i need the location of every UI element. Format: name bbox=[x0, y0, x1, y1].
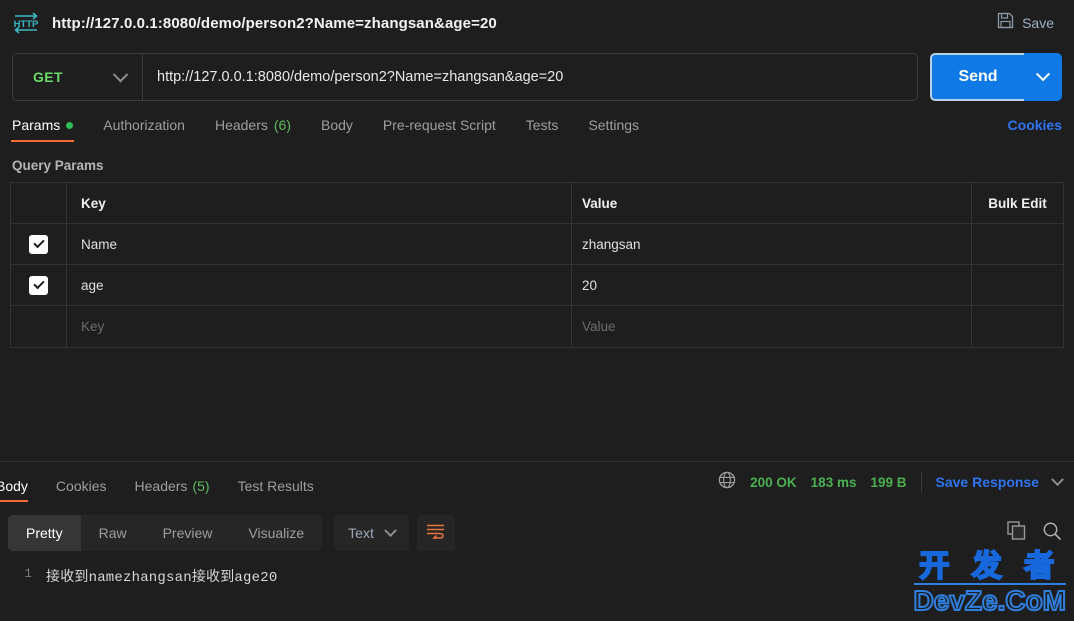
divider bbox=[920, 472, 922, 492]
row-checkbox[interactable] bbox=[29, 234, 48, 254]
view-mode-pretty-label: Pretty bbox=[26, 525, 63, 541]
chevron-down-icon bbox=[383, 523, 397, 537]
header-cell-select bbox=[11, 183, 67, 223]
request-titlebar: HTTP http://127.0.0.1:8080/demo/person2?… bbox=[0, 0, 1074, 46]
chevron-down-icon bbox=[1035, 67, 1051, 82]
bulk-edit-button[interactable]: Bulk Edit bbox=[988, 196, 1047, 211]
params-modified-dot-icon bbox=[66, 121, 74, 129]
param-value: zhangsan bbox=[582, 236, 641, 252]
tab-headers-label: Headers bbox=[214, 117, 268, 133]
query-params-title: Query Params bbox=[12, 158, 104, 173]
response-tab-test-results[interactable]: Test Results bbox=[238, 478, 314, 502]
save-button[interactable]: Save bbox=[991, 8, 1060, 38]
chevron-down-icon[interactable] bbox=[1051, 472, 1064, 486]
send-group: Send bbox=[930, 53, 1062, 101]
tab-headers-count: (6) bbox=[273, 117, 291, 133]
tab-authorization-label: Authorization bbox=[103, 117, 185, 133]
view-mode-raw[interactable]: Raw bbox=[81, 515, 145, 551]
page-title: http://127.0.0.1:8080/demo/person2?Name=… bbox=[52, 14, 497, 32]
send-button-label: Send bbox=[958, 68, 998, 85]
tab-pre-request-script-label: Pre-request Script bbox=[382, 117, 496, 133]
code-line: 1 接收到namezhangsan接收到age20 bbox=[0, 556, 1074, 586]
word-wrap-button[interactable] bbox=[416, 515, 455, 551]
format-selector-label: Text bbox=[348, 525, 374, 541]
new-param-value-placeholder: Value bbox=[582, 319, 616, 334]
tab-headers[interactable]: Headers (6) bbox=[215, 117, 291, 142]
format-selector[interactable]: Text bbox=[334, 515, 409, 551]
url-input[interactable]: http://127.0.0.1:8080/demo/person2?Name=… bbox=[143, 54, 917, 100]
http-icon: HTTP bbox=[10, 10, 42, 36]
response-toolbar-actions bbox=[1007, 521, 1062, 546]
tab-body[interactable]: Body bbox=[321, 117, 353, 142]
table-row: age 20 bbox=[11, 265, 1063, 306]
response-tabs: Body Cookies Headers (5) Test Results bbox=[0, 462, 342, 502]
response-time: 183 ms bbox=[810, 474, 857, 490]
tab-tests-label: Tests bbox=[525, 117, 559, 133]
response-size: 199 B bbox=[870, 474, 907, 490]
param-value: 20 bbox=[582, 277, 598, 293]
url-row: GET http://127.0.0.1:8080/demo/person2?N… bbox=[0, 46, 1074, 108]
method-label: GET bbox=[33, 69, 63, 85]
tab-settings-label: Settings bbox=[588, 117, 640, 133]
response-tab-test-results-label: Test Results bbox=[237, 478, 314, 494]
response-body[interactable]: 1 接收到namezhangsan接收到age20 bbox=[0, 556, 1074, 621]
new-param-value-input[interactable]: Value bbox=[572, 306, 972, 347]
save-response-button[interactable]: Save Response bbox=[936, 474, 1040, 490]
method-selector[interactable]: GET bbox=[13, 54, 143, 100]
response-meta: 200 OK 183 ms 199 B Save Response bbox=[718, 471, 1064, 494]
response-view-modes: Pretty Raw Preview Visualize bbox=[8, 515, 323, 551]
line-number: 1 bbox=[24, 566, 32, 581]
header-cell-value: Value bbox=[572, 183, 972, 223]
response-tab-headers-label: Headers bbox=[134, 478, 188, 494]
response-tab-headers-count: (5) bbox=[192, 478, 210, 494]
table-header-row: Key Value Bulk Edit bbox=[11, 183, 1063, 224]
view-mode-visualize[interactable]: Visualize bbox=[230, 515, 322, 551]
save-button-label: Save bbox=[1022, 15, 1054, 31]
line-content: 接收到namezhangsan接收到age20 bbox=[46, 570, 278, 586]
view-mode-raw-label: Raw bbox=[98, 525, 127, 541]
request-tabs: Params Authorization Headers (6) Body Pr… bbox=[0, 108, 1074, 142]
response-toolbar: Pretty Raw Preview Visualize Text bbox=[0, 512, 1074, 554]
param-key: age bbox=[81, 277, 104, 293]
tab-pre-request-script[interactable]: Pre-request Script bbox=[383, 117, 496, 142]
svg-text:HTTP: HTTP bbox=[14, 19, 39, 30]
response-tab-body[interactable]: Body bbox=[0, 478, 28, 502]
globe-icon bbox=[718, 471, 736, 494]
response-tab-body-label: Body bbox=[0, 478, 28, 494]
new-param-key-placeholder: Key bbox=[81, 319, 105, 334]
response-tab-headers[interactable]: Headers (5) bbox=[135, 478, 210, 502]
param-key: Name bbox=[81, 236, 118, 252]
cookies-link[interactable]: Cookies bbox=[1008, 117, 1062, 142]
floppy-disk-icon bbox=[997, 12, 1014, 34]
tab-settings[interactable]: Settings bbox=[588, 117, 639, 142]
view-mode-preview[interactable]: Preview bbox=[145, 515, 231, 551]
response-tab-cookies[interactable]: Cookies bbox=[56, 478, 107, 502]
search-icon[interactable] bbox=[1042, 521, 1062, 546]
chevron-down-icon bbox=[112, 66, 129, 82]
tab-authorization[interactable]: Authorization bbox=[103, 117, 185, 142]
tab-params[interactable]: Params bbox=[10, 117, 75, 142]
copy-icon[interactable] bbox=[1007, 521, 1026, 545]
view-mode-pretty[interactable]: Pretty bbox=[8, 515, 81, 551]
table-row-empty: Key Value bbox=[11, 306, 1063, 347]
titlebar-actions: Save bbox=[991, 8, 1060, 38]
response-tab-cookies-label: Cookies bbox=[55, 478, 107, 494]
send-options-button[interactable] bbox=[1024, 53, 1062, 101]
new-param-key-input[interactable]: Key bbox=[67, 306, 572, 347]
tab-params-label: Params bbox=[12, 117, 61, 133]
view-mode-visualize-label: Visualize bbox=[248, 525, 305, 541]
tab-tests[interactable]: Tests bbox=[526, 117, 559, 142]
view-mode-preview-label: Preview bbox=[162, 525, 213, 541]
status-badge: 200 OK bbox=[750, 474, 797, 490]
header-cell-key: Key bbox=[67, 183, 572, 223]
query-params-table: Key Value Bulk Edit Name zhangsan age 20… bbox=[10, 182, 1064, 348]
url-field: GET http://127.0.0.1:8080/demo/person2?N… bbox=[12, 53, 918, 101]
response-bar: Body Cookies Headers (5) Test Results 20… bbox=[0, 462, 1074, 502]
send-button[interactable]: Send bbox=[930, 53, 1024, 101]
word-wrap-icon bbox=[426, 523, 445, 544]
postman-request-window: HTTP http://127.0.0.1:8080/demo/person2?… bbox=[0, 0, 1074, 621]
table-row: Name zhangsan bbox=[11, 224, 1063, 265]
tab-body-label: Body bbox=[321, 117, 353, 133]
row-checkbox[interactable] bbox=[29, 275, 48, 295]
